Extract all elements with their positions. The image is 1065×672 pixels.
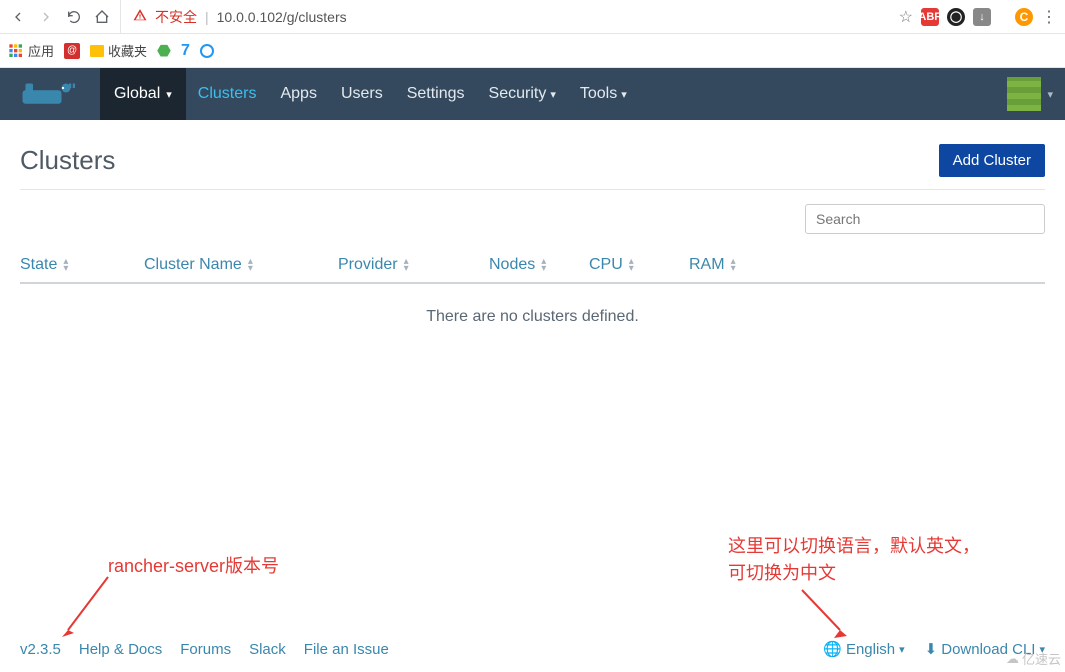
divider <box>20 189 1045 190</box>
circle-icon <box>200 44 214 58</box>
bookmark-item[interactable] <box>200 44 214 58</box>
apps-icon <box>8 43 24 59</box>
nav-apps[interactable]: Apps <box>268 68 328 120</box>
home-button[interactable] <box>92 7 112 27</box>
sort-icon: ▴▾ <box>541 258 546 272</box>
download-icon[interactable]: ↓ <box>973 8 991 26</box>
bookmark-folder[interactable]: 收藏夹 <box>90 41 147 60</box>
bookmark-item[interactable]: ⬣ <box>157 41 171 61</box>
watermark: ☁ 亿速云 <box>1006 649 1061 668</box>
sort-icon: ▴▾ <box>404 258 409 272</box>
version-label[interactable]: v2.3.5 <box>20 641 61 658</box>
bookmark-item[interactable]: @ <box>64 43 80 59</box>
insecure-label: 不安全 <box>155 7 197 27</box>
nav-users[interactable]: Users <box>329 68 395 120</box>
chevron-down-icon: ▾ <box>899 643 905 656</box>
avatar <box>1007 77 1041 111</box>
sort-icon: ▴▾ <box>731 258 736 272</box>
annotation-language: 这里可以切换语言，默认英文，可切换为中文 <box>728 533 988 587</box>
col-nodes[interactable]: Nodes▴▾ <box>489 256 589 274</box>
shield-icon: ⬣ <box>157 41 171 61</box>
col-cluster-name[interactable]: Cluster Name▴▾ <box>144 256 338 274</box>
col-provider[interactable]: Provider▴▾ <box>338 256 489 274</box>
user-menu[interactable]: ▾ <box>1007 77 1053 111</box>
footer-issue[interactable]: File an Issue <box>304 641 389 658</box>
footer: v2.3.5 Help & Docs Forums Slack File an … <box>0 640 1065 658</box>
annotation-arrow-icon <box>58 575 118 640</box>
chevron-down-icon: ▾ <box>550 88 556 101</box>
apps-shortcut[interactable]: 应用 <box>8 41 54 60</box>
globe-icon: 🌐 <box>823 640 842 658</box>
chevron-down-icon: ▾ <box>621 88 627 101</box>
forward-button[interactable] <box>36 7 56 27</box>
global-dropdown[interactable]: Global ▾ <box>100 68 186 120</box>
search-input[interactable] <box>805 204 1045 234</box>
profile-icon[interactable]: C <box>1015 8 1033 26</box>
footer-slack[interactable]: Slack <box>249 641 286 658</box>
back-button[interactable] <box>8 7 28 27</box>
footer-forums[interactable]: Forums <box>180 641 231 658</box>
extension-icon[interactable]: ◯ <box>947 8 965 26</box>
address-bar[interactable]: 不安全 | 10.0.0.102/g/clusters <box>120 0 891 33</box>
language-switcher[interactable]: 🌐 English ▾ <box>823 640 904 658</box>
reload-button[interactable] <box>64 7 84 27</box>
apps-label: 应用 <box>28 41 54 60</box>
col-cpu[interactable]: CPU▴▾ <box>589 256 689 274</box>
col-state[interactable]: State▴▾ <box>20 256 144 274</box>
app-topnav: Global ▾ Clusters Apps Users Settings Se… <box>0 68 1065 120</box>
sort-icon: ▴▾ <box>63 258 68 272</box>
nav-clusters[interactable]: Clusters <box>186 68 269 120</box>
rancher-logo[interactable] <box>20 79 100 109</box>
annotation-arrow-icon <box>792 588 852 643</box>
star-icon[interactable]: ☆ <box>899 7 913 27</box>
bookmark-item[interactable]: 7 <box>181 42 190 60</box>
nav-security[interactable]: Security▾ <box>477 68 568 120</box>
footer-help[interactable]: Help & Docs <box>79 641 162 658</box>
abp-extension-icon[interactable]: ABP <box>921 8 939 26</box>
nav-tools[interactable]: Tools▾ <box>568 68 639 120</box>
url-text: 10.0.0.102/g/clusters <box>217 9 347 25</box>
sort-icon: ▴▾ <box>248 258 253 272</box>
empty-state-message: There are no clusters defined. <box>20 284 1045 350</box>
warning-icon <box>133 8 147 25</box>
browser-menu-icon[interactable]: ⋮ <box>1041 7 1057 27</box>
chevron-down-icon: ▾ <box>1047 88 1053 101</box>
col-ram[interactable]: RAM▴▾ <box>689 256 769 274</box>
nav-settings[interactable]: Settings <box>395 68 477 120</box>
main-content: Clusters Add Cluster State▴▾ Cluster Nam… <box>0 120 1065 350</box>
cloud-icon: ☁ <box>1006 651 1019 667</box>
table-header: State▴▾ Cluster Name▴▾ Provider▴▾ Nodes▴… <box>20 248 1045 284</box>
sort-icon: ▴▾ <box>629 258 634 272</box>
chevron-down-icon: ▾ <box>166 88 172 101</box>
add-cluster-button[interactable]: Add Cluster <box>939 144 1045 177</box>
annotation-version: rancher-server版本号 <box>108 552 279 578</box>
browser-toolbar: 不安全 | 10.0.0.102/g/clusters ☆ ABP ◯ ↓ C … <box>0 0 1065 34</box>
bookmarks-bar: 应用 @ 收藏夹 ⬣ 7 <box>0 34 1065 68</box>
page-title: Clusters <box>20 145 115 176</box>
download-icon: ⬇ <box>925 640 938 658</box>
